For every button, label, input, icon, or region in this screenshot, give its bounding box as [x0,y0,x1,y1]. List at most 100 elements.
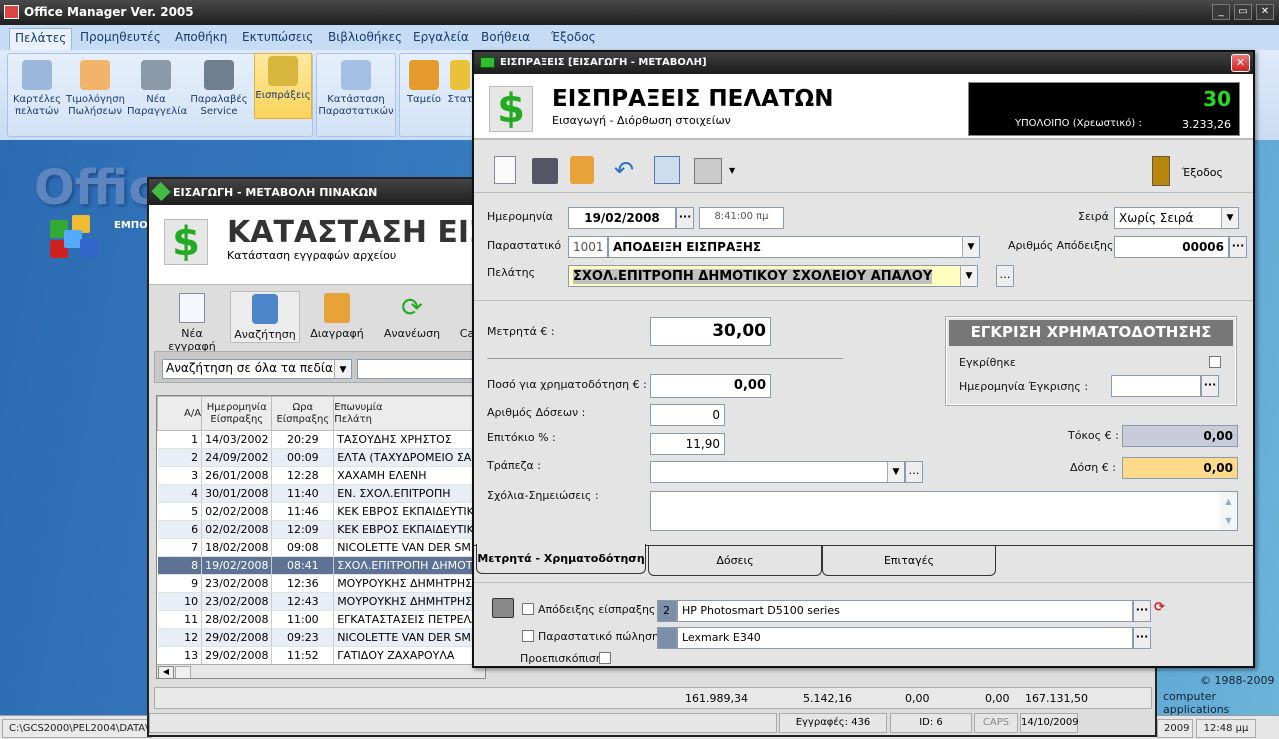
ribbon-documents-status[interactable]: Κατάσταση Παραστατικών [318,58,394,120]
horizontal-scrollbar[interactable]: ◀ [157,664,485,678]
tab-installments[interactable]: Δόσεις [648,546,822,576]
ribbon-stats[interactable]: Στατ [446,58,474,120]
delete-button[interactable]: Διαγραφή [304,293,370,340]
notes-scrollbar[interactable]: ▲ ▼ [1220,492,1237,530]
search-button[interactable]: Αναζήτηση [230,291,300,343]
tab-cheques[interactable]: Επιταγές [822,546,996,576]
dollar-report-icon: $ [164,219,208,265]
receipt-copies[interactable]: 2 [657,600,677,622]
date-picker-button[interactable]: ··· [676,207,694,229]
column-header[interactable]: Ημερομηνία Είσπραξης [201,396,273,431]
list-icon [341,60,371,90]
receipt-number-button[interactable]: ··· [1229,236,1247,258]
time-field[interactable]: 8:41:00 πμ [699,207,784,229]
bank-select[interactable]: ▼ [650,461,905,483]
menu-suppliers[interactable]: Προμηθευτές [80,30,161,44]
approval-date-field[interactable] [1111,375,1201,397]
scroll-thumb[interactable] [175,666,191,678]
table-row[interactable]: 6 02/02/2008 12:09 ΚΕΚ ΕΒΡΟΣ ΕΚΠΑΙΔΕΥΤΙΚΗ [157,520,485,539]
table-row[interactable]: 8 19/02/2008 08:41 ΣΧΟΛ.ΕΠΙΤΡΟΠΗ ΔΗΜΟΤΙΚ [157,556,485,575]
minimize-button[interactable]: _ [1212,4,1230,20]
notes-label: Σχόλια-Σημειώσεις : [487,489,599,502]
sales-printer-field[interactable]: Lexmark E340 [677,627,1133,649]
installments-field[interactable]: 0 [650,404,725,426]
ribbon-receipts[interactable]: Εισπράξεις [254,53,312,119]
table-row[interactable]: 12 29/02/2008 09:23 NICOLETTE VAN DER SMIS [157,628,485,647]
print-receipt-label: Απόδειξης είσπραξης : [538,603,663,616]
column-header[interactable]: Α/Α [157,396,203,431]
trash-icon[interactable] [570,156,594,184]
menu-tools[interactable]: Εργαλεία [413,30,469,44]
approved-checkbox[interactable] [1209,356,1221,368]
receipt-printer-button[interactable]: ··· [1133,600,1151,622]
new-document-icon[interactable] [494,156,516,184]
search-scope-select[interactable]: Αναζήτηση σε όλα τα πεδία ▼ [162,359,352,379]
sales-copies[interactable] [657,627,677,649]
close-form-button[interactable]: ✕ [1231,54,1250,72]
ribbon-service[interactable]: Παραλαβές Service [190,58,248,120]
print-receipt-checkbox[interactable] [522,603,534,615]
table-row[interactable]: 5 02/02/2008 11:46 ΚΕΚ ΕΒΡΟΣ ΕΚΠΑΙΔΕΥΤΙΚΗ [157,502,485,521]
refresh-printers-icon[interactable]: ⟳ [1154,600,1165,615]
table-row[interactable]: 4 30/01/2008 11:40 ΕΝ. ΣΧΟΛ.ΕΠΙΤΡΟΠΗ [157,484,485,503]
document-code[interactable]: 1001 [568,236,608,258]
ribbon-customer-cards[interactable]: Καρτέλες πελατών [8,58,66,120]
menu-warehouse[interactable]: Αποθήκη [175,30,227,44]
refresh-button[interactable]: ⟳ Ανανέωση [377,293,447,340]
table-cell: ΣΧΟΛ.ΕΠΙΤΡΟΠΗ ΔΗΜΟΤΙΚ [333,556,485,575]
column-header[interactable]: Επωνυμία Πελάτη [333,396,485,431]
table-row[interactable]: 9 23/02/2008 12:36 ΜΟΥΡΟΥΚΗΣ ΔΗΜΗΤΡΗΣ [157,574,485,593]
print-dropdown-icon[interactable]: ▼ [729,166,735,175]
form-heading: ΕΙΣΠΡΑΞΕΙΣ ΠΕΛΑΤΩΝ [552,86,834,112]
menu-prints[interactable]: Εκτυπώσεις [242,30,313,44]
table-row[interactable]: 1 14/03/2002 20:29 ΤΑΣΟΥΔΗΣ ΧΡΗΣΤΟΣ [157,430,485,449]
table-cell: ΚΕΚ ΕΒΡΟΣ ΕΚΠΑΙΔΕΥΤΙΚΗ [333,520,485,539]
document-select[interactable]: ΑΠΟΔΕΙΞΗ ΕΙΣΠΡΑΞΗΣ ▼ [608,236,980,258]
print-sales-checkbox[interactable] [522,630,534,642]
table-row[interactable]: 2 24/09/2002 00:09 ΕΛΤΑ (ΤΑΧΥΔΡΟΜΕΙΟ ΣΑΜ [157,448,485,467]
undo-icon[interactable]: ↶ [614,156,634,184]
customer-select[interactable]: ΣΧΟΛ.ΕΠΙΤΡΟΠΗ ΔΗΜΟΤΙΚΟΥ ΣΧΟΛΕΙΟΥ ΑΠΑΛΟΥ ▼ [568,265,978,287]
menu-libraries[interactable]: Βιβλιοθήκες [328,30,402,44]
status-year: 2009 [1157,719,1193,738]
table-row[interactable]: 10 23/02/2008 12:43 ΜΟΥΡΟΥΚΗΣ ΔΗΜΗΤΡΗΣ [157,592,485,611]
cash-field[interactable]: 30,00 [650,317,771,346]
series-select[interactable]: Χωρίς Σειρά ▼ [1114,207,1239,229]
table-row[interactable]: 7 18/02/2008 09:08 NICOLETTE VAN DER SMIS [157,538,485,557]
bank-lookup-button[interactable]: … [905,461,923,483]
finance-amount-field[interactable]: 0,00 [650,374,771,398]
close-app-button[interactable]: ✕ [1256,4,1274,20]
approval-date-button[interactable]: ··· [1201,375,1219,397]
column-header[interactable]: Ωρα Είσπραξης [271,396,335,431]
new-record-button[interactable]: Νέα εγγραφή [157,293,227,353]
balance-panel: 30 ΥΠΟΛΟΙΠΟ (Χρεωστικό) : 3.233,26 [968,82,1240,136]
exit-button[interactable]: Έξοδος [1152,154,1223,188]
table-row[interactable]: 13 29/02/2008 11:52 ΓΑΤΙΔΟΥ ΖΑΧΑΡΟΥΛΑ [157,646,485,665]
ribbon-cashier[interactable]: Ταμείο [402,58,446,120]
calculator-icon[interactable] [654,156,680,184]
notes-textarea[interactable]: ▲ ▼ [650,491,1238,531]
receipt-number-field[interactable]: 00006 [1114,236,1229,258]
interest-rate-field[interactable]: 11,90 [650,433,725,455]
receipt-counter: 30 [1203,87,1231,111]
menu-help[interactable]: Βοήθεια [481,30,530,44]
balance-label: ΥΠΟΛΟΙΠΟ (Χρεωστικό) : [1015,118,1142,129]
search-input[interactable] [357,359,477,379]
print-icon[interactable] [694,158,722,184]
date-label: Ημερομηνία [487,210,554,223]
menu-exit[interactable]: Έξοδος [551,30,596,44]
maximize-button[interactable]: ▭ [1234,4,1252,20]
customer-lookup-button[interactable]: … [996,265,1014,287]
receipt-printer-field[interactable]: HP Photosmart D5100 series [677,600,1133,622]
sales-printer-button[interactable]: ··· [1133,627,1151,649]
ribbon-sales-invoicing[interactable]: Τιμολόγηση Πωλήσεων [66,58,125,120]
table-row[interactable]: 11 28/02/2008 11:00 ΕΓΚΑΤΑΣΤΑΣΕΙΣ ΠΕΤΡΕΛΑΙ [157,610,485,629]
menu-customers[interactable]: Πελάτες [9,28,73,50]
save-icon[interactable] [532,158,558,184]
scroll-left-icon[interactable]: ◀ [158,666,174,678]
ribbon-new-order[interactable]: Νέα Παραγγελία [127,58,187,120]
tab-cash-finance[interactable]: Μετρητά - Χρηματοδότηση [476,544,646,574]
preview-checkbox[interactable] [599,652,611,664]
table-row[interactable]: 3 26/01/2008 12:28 ΧΑΧΑΜΗ ΕΛΕΝΗ [157,466,485,485]
date-field[interactable]: 19/02/2008 [568,207,676,229]
